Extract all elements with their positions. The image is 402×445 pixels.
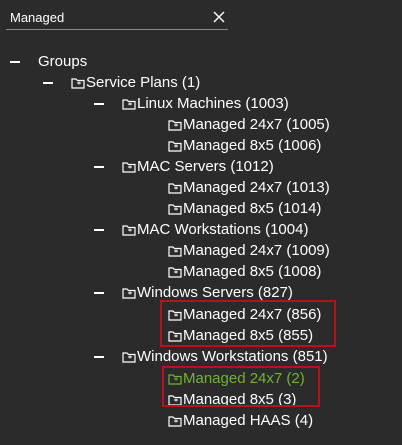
tree-node-groups[interactable]: Groups <box>10 51 87 72</box>
group-tree: Groups Service Plans (1) Linux Machines … <box>0 0 402 445</box>
folder-icon <box>168 373 182 385</box>
tree-node-label: Managed 8x5 (3) <box>183 391 297 408</box>
tree-node-label: MAC Servers (1012) <box>137 158 274 175</box>
folder-icon <box>122 287 136 299</box>
tree-node-windows-workstations[interactable]: Windows Workstations (851) <box>94 346 328 367</box>
folder-icon <box>71 77 85 89</box>
tree-node-label: Windows Workstations (851) <box>137 348 328 365</box>
tree-node-managed-8x5[interactable]: Managed 8x5 (1006) <box>168 135 321 156</box>
tree-node-label: Managed 24x7 (1009) <box>183 242 330 259</box>
tree-node-managed-8x5[interactable]: Managed 8x5 (1008) <box>168 261 321 282</box>
tree-node-label: Managed 24x7 (856) <box>183 306 322 323</box>
tree-node-managed-24x7[interactable]: Managed 24x7 (1013) <box>168 177 330 198</box>
tree-node-managed-8x5[interactable]: Managed 8x5 (3) <box>168 389 296 410</box>
folder-icon <box>168 330 182 342</box>
collapse-toggle-icon[interactable] <box>10 60 20 63</box>
collapse-toggle-icon[interactable] <box>94 102 104 105</box>
tree-node-label: MAC Workstations (1004) <box>137 221 309 238</box>
tree-node-managed-24x7[interactable]: Managed 24x7 (1005) <box>168 114 330 135</box>
tree-node-managed-haas[interactable]: Managed HAAS (4) <box>168 410 313 431</box>
collapse-toggle-icon[interactable] <box>94 291 104 294</box>
tree-node-label: Managed HAAS (4) <box>183 412 314 429</box>
tree-node-linux-machines[interactable]: Linux Machines (1003) <box>94 93 289 114</box>
tree-node-label: Managed 24x7 (1013) <box>183 179 330 196</box>
tree-node-label: Managed 24x7 (1005) <box>183 116 330 133</box>
collapse-toggle-icon[interactable] <box>94 165 104 168</box>
folder-icon <box>168 266 182 278</box>
tree-node-label: Managed 8x5 (1006) <box>183 137 322 154</box>
folder-icon <box>168 394 182 406</box>
tree-node-label: Windows Servers (827) <box>137 284 293 301</box>
tree-node-mac-workstations[interactable]: MAC Workstations (1004) <box>94 219 308 240</box>
tree-node-managed-8x5[interactable]: Managed 8x5 (855) <box>168 325 313 346</box>
tree-node-label: Linux Machines (1003) <box>137 95 289 112</box>
folder-icon <box>122 98 136 110</box>
folder-icon <box>168 119 182 131</box>
collapse-toggle-icon[interactable] <box>43 81 53 84</box>
tree-node-windows-servers[interactable]: Windows Servers (827) <box>94 282 293 303</box>
tree-node-service-plans[interactable]: Service Plans (1) <box>43 72 200 93</box>
tree-node-label: Groups <box>38 53 88 70</box>
folder-icon <box>122 351 136 363</box>
folder-icon <box>168 415 182 427</box>
tree-node-managed-24x7-selected[interactable]: Managed 24x7 (2) <box>168 368 305 389</box>
tree-node-label: Managed 8x5 (855) <box>183 327 314 344</box>
folder-icon <box>168 309 182 321</box>
tree-node-label: Managed 8x5 (1014) <box>183 200 322 217</box>
collapse-toggle-icon[interactable] <box>94 228 104 231</box>
tree-node-managed-24x7[interactable]: Managed 24x7 (856) <box>168 304 321 325</box>
folder-icon <box>122 224 136 236</box>
tree-node-label: Service Plans (1) <box>86 74 201 91</box>
tree-node-managed-24x7[interactable]: Managed 24x7 (1009) <box>168 240 330 261</box>
tree-node-mac-servers[interactable]: MAC Servers (1012) <box>94 156 274 177</box>
folder-icon <box>168 203 182 215</box>
folder-icon <box>122 161 136 173</box>
tree-node-label: Managed 8x5 (1008) <box>183 263 322 280</box>
collapse-toggle-icon[interactable] <box>94 355 104 358</box>
tree-node-label: Managed 24x7 (2) <box>183 370 305 387</box>
folder-icon <box>168 140 182 152</box>
tree-node-managed-8x5[interactable]: Managed 8x5 (1014) <box>168 198 321 219</box>
folder-icon <box>168 245 182 257</box>
folder-icon <box>168 182 182 194</box>
